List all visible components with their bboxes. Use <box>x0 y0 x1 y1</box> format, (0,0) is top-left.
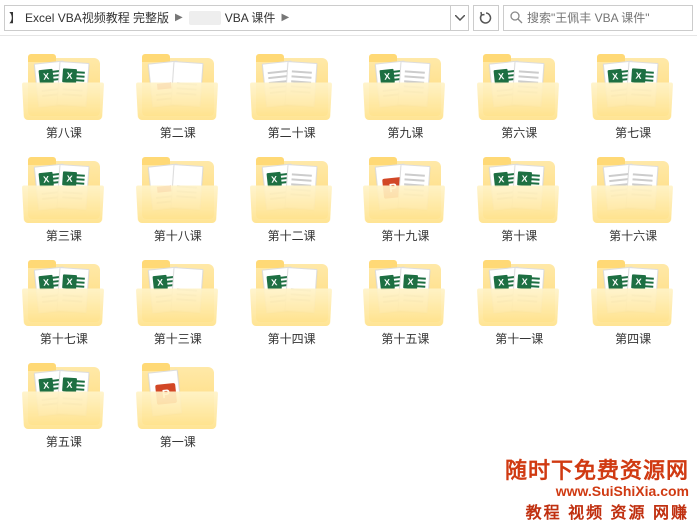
folder-label: 第三课 <box>46 227 82 244</box>
folder-item[interactable]: 第八课 <box>8 48 120 145</box>
folder-icon <box>365 258 445 326</box>
watermark: 随时下免费资源网 www.SuiShiXia.com 教程 视频 资源 网赚 <box>505 453 689 523</box>
refresh-icon <box>479 11 493 25</box>
folder-icon <box>138 361 218 429</box>
folder-icon <box>365 52 445 120</box>
refresh-button[interactable] <box>473 5 499 31</box>
watermark-title: 随时下免费资源网 <box>505 453 689 485</box>
chevron-right-icon: ▶ <box>281 12 289 23</box>
watermark-subtitle: 教程 视频 资源 网赚 <box>505 499 689 523</box>
breadcrumb-part-2-hidden[interactable] <box>189 11 221 25</box>
folder-item[interactable]: 第三课 <box>8 151 120 248</box>
folder-item[interactable]: 第十二课 <box>236 151 348 248</box>
breadcrumb-part-1[interactable]: Excel VBA视频教程 完整版 <box>25 9 169 26</box>
folder-item[interactable]: 第五课 <box>8 357 120 454</box>
folder-icon <box>24 258 104 326</box>
folder-label: 第九课 <box>387 124 423 141</box>
folder-icon <box>24 155 104 223</box>
folder-icon <box>479 258 559 326</box>
folder-icon <box>24 361 104 429</box>
folder-item[interactable]: 第十三课 <box>122 254 234 351</box>
folder-label: 第十九课 <box>381 227 429 244</box>
search-input[interactable] <box>527 11 686 25</box>
watermark-url: www.SuiShiXia.com <box>505 483 689 499</box>
folder-label: 第六课 <box>501 124 537 141</box>
folder-item[interactable]: 第二十课 <box>236 48 348 145</box>
folder-item[interactable]: 第十九课 <box>350 151 462 248</box>
folder-label: 第五课 <box>46 433 82 450</box>
folder-icon <box>479 155 559 223</box>
folder-label: 第八课 <box>46 124 82 141</box>
folder-icon <box>252 52 332 120</box>
folder-label: 第十课 <box>501 227 537 244</box>
chevron-down-icon <box>455 15 465 21</box>
folder-item[interactable]: 第九课 <box>350 48 462 145</box>
breadcrumb-prefix: 】 <box>9 9 21 26</box>
chevron-right-icon: ▶ <box>175 12 183 23</box>
folder-label: 第十五课 <box>381 330 429 347</box>
folder-icon <box>24 52 104 120</box>
folder-icon <box>138 52 218 120</box>
folder-item[interactable]: 第十一课 <box>463 254 575 351</box>
folder-icon <box>479 52 559 120</box>
folder-icon <box>593 52 673 120</box>
folder-item[interactable]: 第十课 <box>463 151 575 248</box>
folder-label: 第七课 <box>615 124 651 141</box>
history-dropdown-button[interactable] <box>451 5 469 31</box>
folder-label: 第四课 <box>615 330 651 347</box>
breadcrumb-part-2-suffix[interactable]: VBA 课件 <box>225 9 276 26</box>
folder-label: 第十七课 <box>40 330 88 347</box>
folder-label: 第十二课 <box>268 227 316 244</box>
folder-icon <box>138 258 218 326</box>
folder-item[interactable]: 第十七课 <box>8 254 120 351</box>
address-toolbar: 】 Excel VBA视频教程 完整版 ▶ VBA 课件 ▶ <box>0 0 697 36</box>
folder-icon <box>365 155 445 223</box>
search-icon <box>510 11 523 24</box>
folder-item[interactable]: 第七课 <box>577 48 689 145</box>
folder-label: 第一课 <box>160 433 196 450</box>
folder-icon <box>138 155 218 223</box>
folder-label: 第十三课 <box>154 330 202 347</box>
folder-icon <box>593 258 673 326</box>
file-grid: 第八课 第二课 第二十课 第九课 第六课 第七课第三课 第十八课 第十二课 第十九课 第十课 第十六… <box>0 36 697 466</box>
folder-item[interactable]: 第十五课 <box>350 254 462 351</box>
folder-label: 第二十课 <box>268 124 316 141</box>
folder-item[interactable]: 第一课 <box>122 357 234 454</box>
folder-item[interactable]: 第四课 <box>577 254 689 351</box>
folder-label: 第十一课 <box>495 330 543 347</box>
folder-label: 第二课 <box>160 124 196 141</box>
folder-icon <box>252 258 332 326</box>
folder-label: 第十六课 <box>609 227 657 244</box>
folder-icon <box>593 155 673 223</box>
folder-icon <box>252 155 332 223</box>
folder-item[interactable]: 第十六课 <box>577 151 689 248</box>
folder-label: 第十八课 <box>154 227 202 244</box>
breadcrumb[interactable]: 】 Excel VBA视频教程 完整版 ▶ VBA 课件 ▶ <box>4 5 451 31</box>
folder-item[interactable]: 第十四课 <box>236 254 348 351</box>
folder-item[interactable]: 第六课 <box>463 48 575 145</box>
search-box[interactable] <box>503 5 693 31</box>
folder-label: 第十四课 <box>268 330 316 347</box>
folder-item[interactable]: 第二课 <box>122 48 234 145</box>
folder-item[interactable]: 第十八课 <box>122 151 234 248</box>
